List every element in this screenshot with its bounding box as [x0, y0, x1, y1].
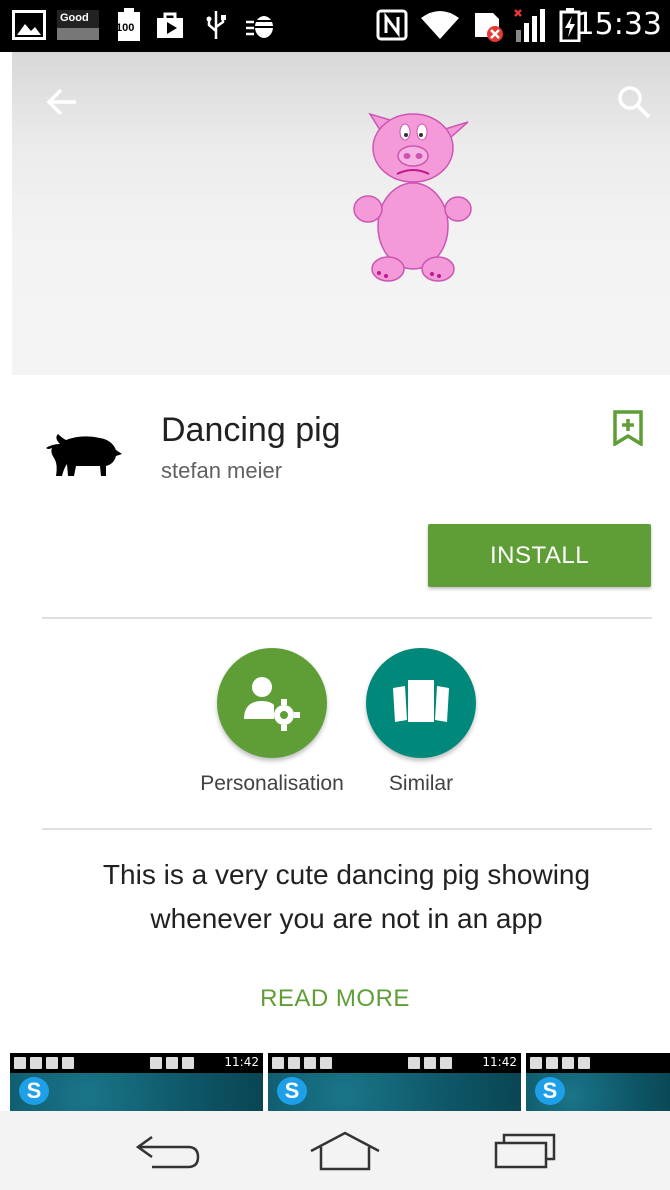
screenshot-thumb[interactable]: 11:42 S — [10, 1053, 263, 1111]
screenshot-time: 11:42 — [482, 1055, 517, 1069]
sim-error-icon — [471, 8, 507, 42]
battery-label: 100 — [116, 22, 135, 34]
good-icon: Good — [56, 8, 100, 42]
personalisation-badge[interactable] — [217, 648, 327, 758]
nav-back-button[interactable] — [122, 1123, 212, 1179]
signal-icon — [512, 8, 550, 42]
back-nav-icon — [135, 1135, 200, 1169]
read-more-link[interactable]: READ MORE — [0, 985, 670, 1013]
bug-icon — [243, 8, 279, 42]
arrow-back-icon — [46, 88, 76, 116]
status-time: 15:33 — [575, 7, 662, 42]
gallery-icon — [10, 8, 48, 42]
usb-icon — [203, 8, 229, 42]
similar-label: Similar — [388, 772, 454, 795]
wishlist-button[interactable] — [612, 410, 644, 448]
personalisation-label: Personalisation — [200, 772, 344, 795]
hero-banner — [12, 52, 670, 375]
back-button[interactable] — [40, 80, 84, 124]
app-developer[interactable]: stefan meier — [161, 456, 282, 486]
similar-badge[interactable] — [366, 648, 476, 758]
app-title: Dancing pig — [161, 411, 341, 449]
person-settings-icon — [244, 677, 300, 731]
nfc-icon — [375, 8, 409, 42]
play-store-icon — [152, 8, 188, 42]
status-bar: Good 100 15:33 — [0, 0, 670, 52]
search-icon — [618, 86, 651, 119]
wifi-icon — [420, 8, 460, 42]
dancing-pig-image — [353, 112, 472, 282]
navigation-bar — [0, 1111, 670, 1190]
battery-100-icon: 100 — [114, 8, 144, 42]
screenshot-thumb[interactable]: S — [526, 1053, 670, 1111]
app-icon — [46, 434, 122, 476]
divider — [42, 617, 652, 619]
screenshot-status-bar: 11:42 — [268, 1053, 521, 1073]
home-nav-icon — [310, 1131, 380, 1171]
bookmark-add-icon — [613, 410, 643, 448]
divider — [42, 828, 652, 830]
skype-icon: S — [535, 1077, 565, 1105]
screenshot-time: 11:42 — [224, 1055, 259, 1069]
recents-nav-icon — [494, 1133, 556, 1169]
screenshot-strip[interactable]: 11:42 S 11:42 S S — [0, 1053, 670, 1111]
search-button[interactable] — [612, 80, 656, 124]
skype-icon: S — [19, 1077, 49, 1105]
screenshot-status-bar: 11:42 — [10, 1053, 263, 1073]
app-description: This is a very cute dancing pig showing … — [102, 859, 591, 934]
screenshot-thumb[interactable]: 11:42 S — [268, 1053, 521, 1111]
skype-icon: S — [277, 1077, 307, 1105]
screenshot-status-bar — [526, 1053, 670, 1073]
nav-home-button[interactable] — [300, 1123, 390, 1179]
good-label: Good — [60, 12, 89, 24]
similar-cards-icon — [393, 680, 449, 722]
install-button[interactable]: INSTALL — [428, 524, 651, 587]
nav-recents-button[interactable] — [480, 1123, 570, 1179]
